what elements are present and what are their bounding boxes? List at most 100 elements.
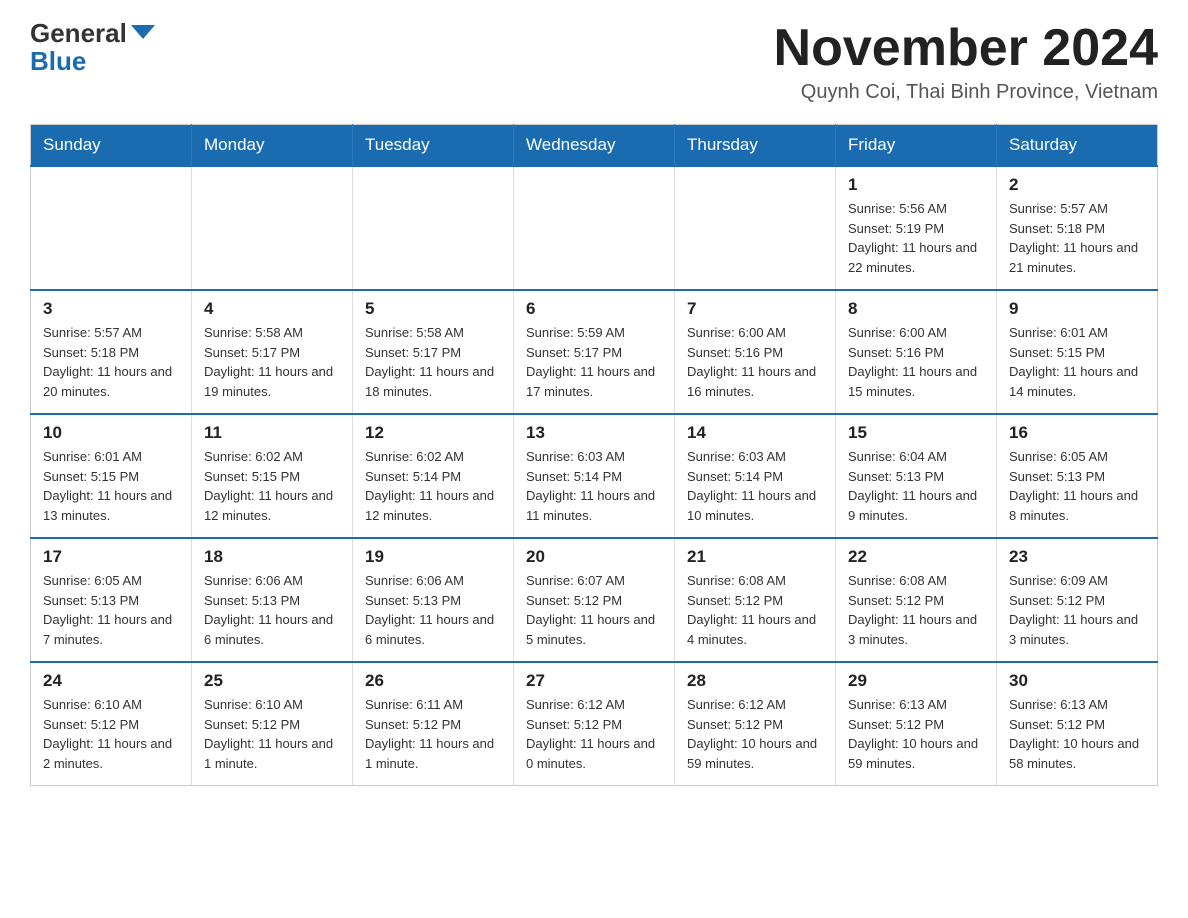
calendar-day-cell: 2 Sunrise: 5:57 AMSunset: 5:18 PMDaylight… [997, 166, 1158, 290]
day-info: Sunrise: 6:04 AMSunset: 5:13 PMDaylight:… [848, 447, 984, 525]
calendar-day-cell: 13 Sunrise: 6:03 AMSunset: 5:14 PMDayligh… [514, 414, 675, 538]
day-number: 22 [848, 547, 984, 567]
calendar-day-cell: 12Sunrise: 6:02 AMSunset: 5:14 PMDayligh… [353, 414, 514, 538]
day-number: 25 [204, 671, 340, 691]
calendar-day-cell: 30 Sunrise: 6:13 AMSunset: 5:12 PMDayligh… [997, 662, 1158, 786]
day-number: 29 [848, 671, 984, 691]
calendar-day-cell [192, 166, 353, 290]
day-info: Sunrise: 6:10 AMSunset: 5:12 PMDaylight:… [204, 695, 340, 773]
day-info: Sunrise: 6:05 AMSunset: 5:13 PMDaylight:… [1009, 447, 1145, 525]
day-info: Sunrise: 5:59 AMSunset: 5:17 PMDaylight:… [526, 323, 662, 401]
day-number: 12 [365, 423, 501, 443]
day-number: 13 [526, 423, 662, 443]
day-number: 9 [1009, 299, 1145, 319]
day-number: 2 [1009, 175, 1145, 195]
logo-general-text: General [30, 20, 127, 46]
calendar-day-cell: 16Sunrise: 6:05 AMSunset: 5:13 PMDayligh… [997, 414, 1158, 538]
logo-text: General [30, 20, 155, 46]
calendar-day-cell: 14Sunrise: 6:03 AMSunset: 5:14 PMDayligh… [675, 414, 836, 538]
month-title: November 2024 [774, 20, 1158, 77]
day-info: Sunrise: 6:08 AMSunset: 5:12 PMDaylight:… [687, 571, 823, 649]
day-info: Sunrise: 6:03 AMSunset: 5:14 PMDaylight:… [526, 447, 662, 525]
calendar-day-cell: 3 Sunrise: 5:57 AMSunset: 5:18 PMDaylight… [31, 290, 192, 414]
day-number: 28 [687, 671, 823, 691]
calendar-week-row: 1 Sunrise: 5:56 AMSunset: 5:19 PMDaylight… [31, 166, 1158, 290]
day-number: 6 [526, 299, 662, 319]
calendar-week-row: 24 Sunrise: 6:10 AMSunset: 5:12 PMDayligh… [31, 662, 1158, 786]
day-number: 17 [43, 547, 179, 567]
calendar-day-cell: 21 Sunrise: 6:08 AMSunset: 5:12 PMDayligh… [675, 538, 836, 662]
day-number: 7 [687, 299, 823, 319]
day-number: 27 [526, 671, 662, 691]
calendar-day-cell: 10 Sunrise: 6:01 AMSunset: 5:15 PMDayligh… [31, 414, 192, 538]
logo-arrow-icon [131, 25, 155, 39]
day-info: Sunrise: 6:09 AMSunset: 5:12 PMDaylight:… [1009, 571, 1145, 649]
calendar-day-cell: 27Sunrise: 6:12 AMSunset: 5:12 PMDayligh… [514, 662, 675, 786]
calendar-day-cell: 20Sunrise: 6:07 AMSunset: 5:12 PMDayligh… [514, 538, 675, 662]
day-number: 19 [365, 547, 501, 567]
calendar-day-cell: 6 Sunrise: 5:59 AMSunset: 5:17 PMDaylight… [514, 290, 675, 414]
weekday-header-saturday: Saturday [997, 125, 1158, 167]
weekday-header-row: SundayMondayTuesdayWednesdayThursdayFrid… [31, 125, 1158, 167]
day-info: Sunrise: 6:13 AMSunset: 5:12 PMDaylight:… [848, 695, 984, 773]
calendar-day-cell: 17 Sunrise: 6:05 AMSunset: 5:13 PMDayligh… [31, 538, 192, 662]
calendar-week-row: 17 Sunrise: 6:05 AMSunset: 5:13 PMDayligh… [31, 538, 1158, 662]
weekday-header-wednesday: Wednesday [514, 125, 675, 167]
calendar-day-cell: 28 Sunrise: 6:12 AMSunset: 5:12 PMDayligh… [675, 662, 836, 786]
day-number: 26 [365, 671, 501, 691]
day-info: Sunrise: 6:10 AMSunset: 5:12 PMDaylight:… [43, 695, 179, 773]
day-info: Sunrise: 6:00 AMSunset: 5:16 PMDaylight:… [848, 323, 984, 401]
calendar-table: SundayMondayTuesdayWednesdayThursdayFrid… [30, 124, 1158, 786]
weekday-header-thursday: Thursday [675, 125, 836, 167]
calendar-day-cell: 9 Sunrise: 6:01 AMSunset: 5:15 PMDaylight… [997, 290, 1158, 414]
day-number: 11 [204, 423, 340, 443]
calendar-day-cell: 5 Sunrise: 5:58 AMSunset: 5:17 PMDaylight… [353, 290, 514, 414]
calendar-day-cell: 25 Sunrise: 6:10 AMSunset: 5:12 PMDayligh… [192, 662, 353, 786]
calendar-day-cell: 1 Sunrise: 5:56 AMSunset: 5:19 PMDaylight… [836, 166, 997, 290]
day-number: 15 [848, 423, 984, 443]
day-number: 3 [43, 299, 179, 319]
day-number: 18 [204, 547, 340, 567]
day-number: 23 [1009, 547, 1145, 567]
day-number: 21 [687, 547, 823, 567]
day-info: Sunrise: 6:05 AMSunset: 5:13 PMDaylight:… [43, 571, 179, 649]
calendar-day-cell: 8 Sunrise: 6:00 AMSunset: 5:16 PMDaylight… [836, 290, 997, 414]
day-info: Sunrise: 6:08 AMSunset: 5:12 PMDaylight:… [848, 571, 984, 649]
day-info: Sunrise: 6:13 AMSunset: 5:12 PMDaylight:… [1009, 695, 1145, 773]
page-header: General Blue November 2024 Quynh Coi, Th… [30, 20, 1158, 104]
day-info: Sunrise: 6:12 AMSunset: 5:12 PMDaylight:… [687, 695, 823, 773]
day-number: 30 [1009, 671, 1145, 691]
title-section: November 2024 Quynh Coi, Thai Binh Provi… [774, 20, 1158, 104]
day-info: Sunrise: 6:06 AMSunset: 5:13 PMDaylight:… [204, 571, 340, 649]
day-info: Sunrise: 5:58 AMSunset: 5:17 PMDaylight:… [365, 323, 501, 401]
weekday-header-sunday: Sunday [31, 125, 192, 167]
day-number: 1 [848, 175, 984, 195]
calendar-day-cell: 22 Sunrise: 6:08 AMSunset: 5:12 PMDayligh… [836, 538, 997, 662]
calendar-day-cell: 26 Sunrise: 6:11 AMSunset: 5:12 PMDayligh… [353, 662, 514, 786]
calendar-day-cell: 4Sunrise: 5:58 AMSunset: 5:17 PMDaylight… [192, 290, 353, 414]
day-info: Sunrise: 6:02 AMSunset: 5:15 PMDaylight:… [204, 447, 340, 525]
calendar-day-cell: 29 Sunrise: 6:13 AMSunset: 5:12 PMDayligh… [836, 662, 997, 786]
day-info: Sunrise: 6:01 AMSunset: 5:15 PMDaylight:… [43, 447, 179, 525]
day-info: Sunrise: 6:11 AMSunset: 5:12 PMDaylight:… [365, 695, 501, 773]
calendar-day-cell: 24 Sunrise: 6:10 AMSunset: 5:12 PMDayligh… [31, 662, 192, 786]
calendar-day-cell: 11 Sunrise: 6:02 AMSunset: 5:15 PMDayligh… [192, 414, 353, 538]
day-info: Sunrise: 6:00 AMSunset: 5:16 PMDaylight:… [687, 323, 823, 401]
day-info: Sunrise: 5:57 AMSunset: 5:18 PMDaylight:… [43, 323, 179, 401]
day-info: Sunrise: 5:58 AMSunset: 5:17 PMDaylight:… [204, 323, 340, 401]
day-info: Sunrise: 5:57 AMSunset: 5:18 PMDaylight:… [1009, 199, 1145, 277]
calendar-day-cell: 7 Sunrise: 6:00 AMSunset: 5:16 PMDaylight… [675, 290, 836, 414]
logo-blue-text: Blue [30, 46, 86, 77]
calendar-week-row: 10 Sunrise: 6:01 AMSunset: 5:15 PMDayligh… [31, 414, 1158, 538]
day-number: 10 [43, 423, 179, 443]
day-number: 8 [848, 299, 984, 319]
day-number: 24 [43, 671, 179, 691]
day-number: 5 [365, 299, 501, 319]
day-info: Sunrise: 5:56 AMSunset: 5:19 PMDaylight:… [848, 199, 984, 277]
calendar-day-cell: 18 Sunrise: 6:06 AMSunset: 5:13 PMDayligh… [192, 538, 353, 662]
weekday-header-tuesday: Tuesday [353, 125, 514, 167]
day-info: Sunrise: 6:01 AMSunset: 5:15 PMDaylight:… [1009, 323, 1145, 401]
calendar-day-cell [353, 166, 514, 290]
day-number: 14 [687, 423, 823, 443]
day-info: Sunrise: 6:07 AMSunset: 5:12 PMDaylight:… [526, 571, 662, 649]
